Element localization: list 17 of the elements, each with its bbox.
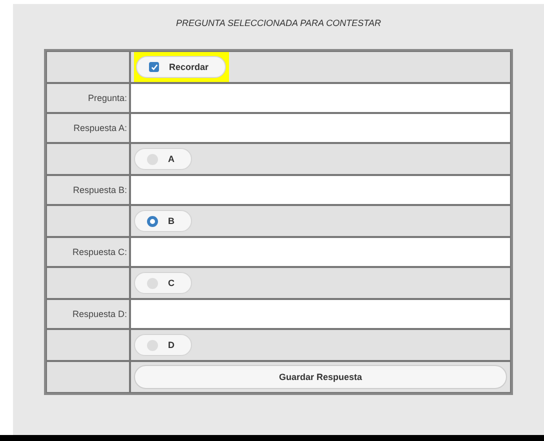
answer-radio[interactable]: C	[134, 272, 192, 294]
input-field[interactable]	[130, 237, 511, 267]
input-field[interactable]	[130, 113, 511, 143]
input-field[interactable]	[130, 299, 511, 329]
answer-radio[interactable]: A	[134, 148, 192, 170]
form-title: PREGUNTA SELECCIONADA PARA CONTESTAR	[176, 18, 382, 28]
input-field[interactable]	[130, 83, 511, 113]
field-label: Respuesta A:	[73, 123, 127, 133]
field-label: Respuesta D:	[72, 309, 127, 319]
input-field[interactable]	[130, 175, 511, 205]
field-label: Respuesta C:	[72, 247, 127, 257]
answer-radio[interactable]: B	[134, 210, 192, 232]
field-label: Respuesta B:	[72, 185, 127, 195]
field-label: Pregunta:	[88, 93, 127, 103]
answer-radio[interactable]: D	[134, 334, 192, 356]
save-button[interactable]: Guardar Respuesta	[134, 365, 507, 389]
remember-checkbox[interactable]: Recordar	[136, 56, 226, 78]
